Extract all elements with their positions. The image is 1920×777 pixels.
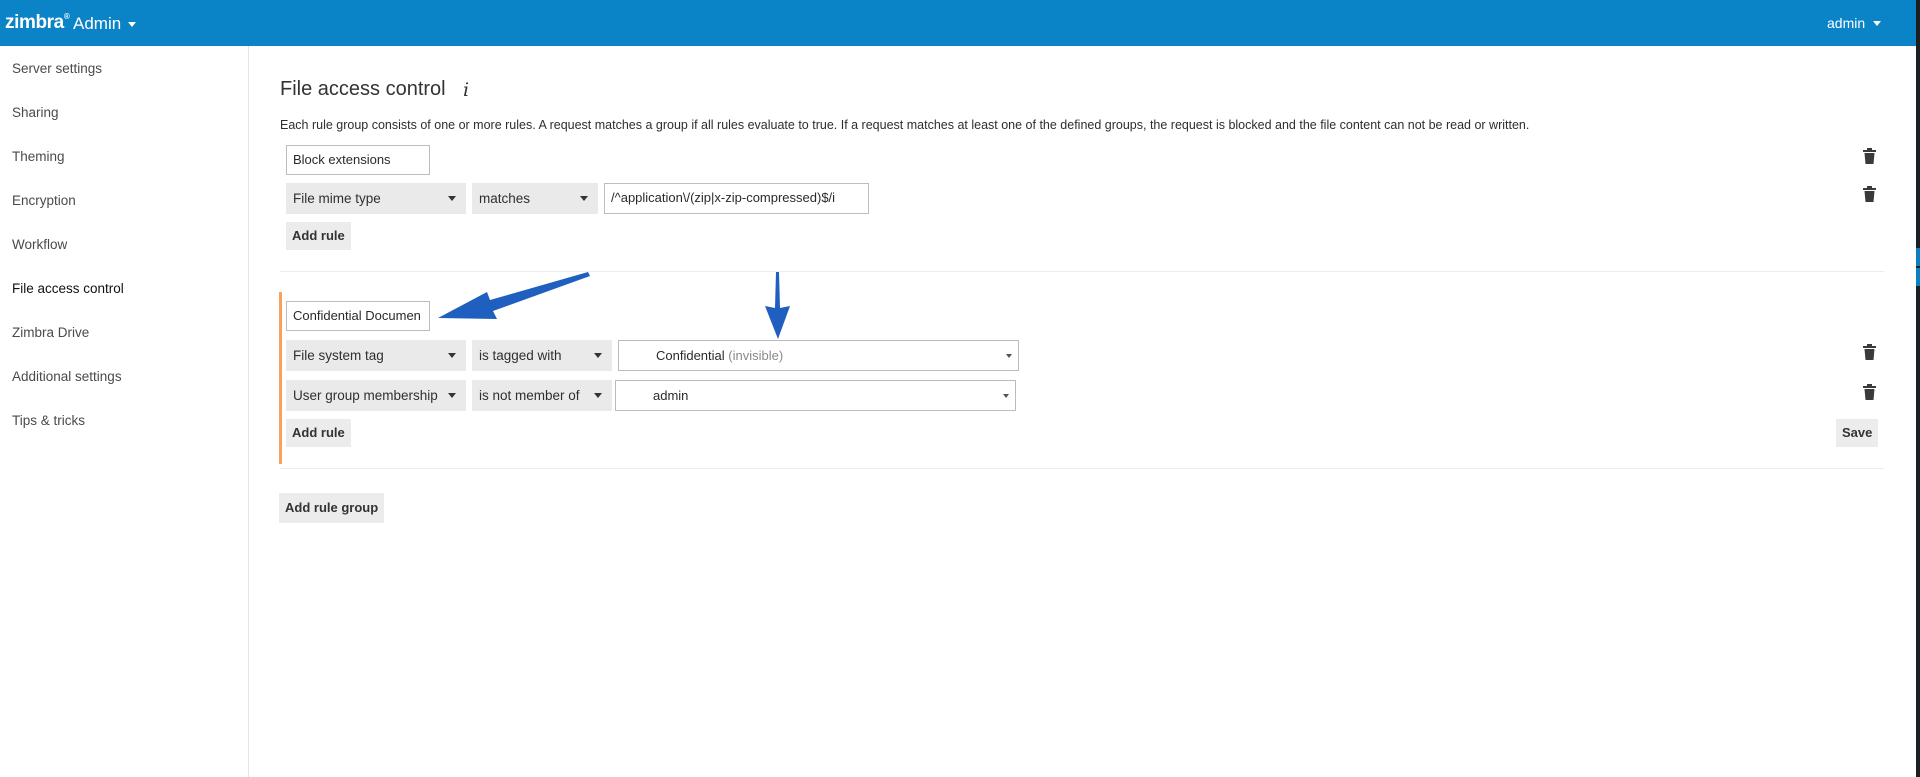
rule-operator-select[interactable]: is tagged with [472,340,612,371]
sidebar-item-encryption[interactable]: Encryption [12,193,76,208]
rule-group-name-input[interactable]: Block extensions [286,145,430,175]
rule-field-value: File mime type [293,191,381,206]
app-name: Admin [73,14,122,33]
tag-select-value: Confidential (invisible) [656,341,783,370]
save-button[interactable]: Save [1836,419,1879,447]
caret-down-icon [594,353,602,358]
page-title: File access control [280,78,446,100]
caret-down-icon [594,393,602,398]
settings-sidebar: Server settings Sharing Theming Encrypti… [0,46,249,777]
sidebar-item-theming[interactable]: Theming [12,149,65,164]
add-rule-group-button[interactable]: Add rule group [279,493,385,523]
caret-down-icon [448,393,456,398]
sidebar-item-additional-settings[interactable]: Additional settings [12,369,122,384]
top-bar: zimbra® Admin admin [0,0,1916,46]
rule-operator-value: matches [479,191,531,206]
edge-marker [1916,268,1920,286]
caret-down-icon [1873,20,1882,26]
trash-icon[interactable] [1863,148,1876,164]
rule-field-value: User group membership [293,388,438,403]
main-content: File access control i Each rule group co… [249,46,1916,777]
sidebar-item-workflow[interactable]: Workflow [12,237,67,252]
tag-name: Confidential [656,348,725,363]
rule-operator-value: is not member of [479,388,580,403]
user-menu[interactable]: admin [1827,15,1882,31]
rule-group-name-input[interactable]: Confidential Documen [286,301,430,331]
trash-icon[interactable] [1863,344,1876,360]
window-edge [1916,0,1920,777]
info-icon[interactable]: i [463,79,469,101]
group-divider [280,468,1884,469]
add-rule-button[interactable]: Add rule [286,419,351,447]
rule-field-select[interactable]: User group membership [286,380,466,411]
rule-value-input[interactable]: /^application\/(zip|x-zip-compressed)$/i [604,183,869,214]
zimbra-logo: zimbra® [5,12,70,33]
app-switcher[interactable]: Admin [73,14,137,34]
tag-visibility-note: (invisible) [728,348,784,363]
group-select[interactable]: admin [615,380,1016,411]
caret-down-icon [128,21,137,27]
edge-marker [1916,248,1920,266]
sidebar-item-sharing[interactable]: Sharing [12,105,59,120]
group-divider [280,271,1884,272]
sidebar-item-server-settings[interactable]: Server settings [12,61,102,76]
group-select-value: admin [653,388,689,403]
rule-operator-value: is tagged with [479,348,562,363]
caret-down-icon [1003,394,1009,398]
caret-down-icon [580,196,588,201]
active-group-indicator [279,292,282,464]
rule-field-select[interactable]: File mime type [286,183,466,214]
caret-down-icon [1006,354,1012,358]
rule-field-select[interactable]: File system tag [286,340,466,371]
trash-icon[interactable] [1863,384,1876,400]
sidebar-item-tips-tricks[interactable]: Tips & tricks [12,413,85,428]
rule-field-value: File system tag [293,348,384,363]
sidebar-item-zimbra-drive[interactable]: Zimbra Drive [12,325,89,340]
user-name: admin [1827,15,1866,31]
sidebar-item-file-access-control[interactable]: File access control [12,281,124,296]
caret-down-icon [448,196,456,201]
add-rule-button[interactable]: Add rule [286,222,351,250]
rule-operator-select[interactable]: matches [472,183,598,214]
page-description: Each rule group consists of one or more … [280,118,1530,132]
tag-select[interactable]: Confidential (invisible) [618,340,1019,371]
rule-operator-select[interactable]: is not member of [472,380,612,411]
trash-icon[interactable] [1863,186,1876,202]
caret-down-icon [448,353,456,358]
